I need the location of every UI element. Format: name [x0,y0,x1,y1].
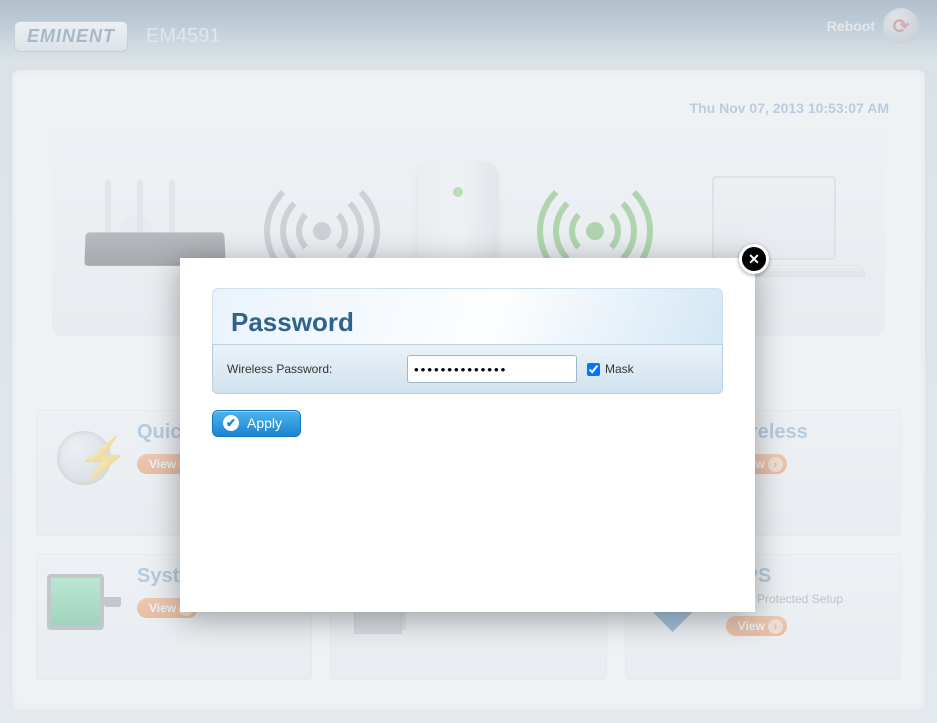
modal-header: Password [212,288,723,344]
password-row: Wireless Password: Mask [212,344,723,394]
password-modal: ✕ Password Wireless Password: Mask ✔ App… [180,258,755,612]
apply-button[interactable]: ✔ Apply [212,410,301,437]
modal-title: Password [231,307,704,338]
check-icon: ✔ [223,415,239,431]
wireless-password-input[interactable] [407,355,577,383]
apply-label: Apply [247,415,282,431]
password-label: Wireless Password: [227,362,407,376]
mask-label: Mask [605,362,634,376]
close-icon[interactable]: ✕ [739,244,769,274]
mask-checkbox[interactable] [587,363,600,376]
